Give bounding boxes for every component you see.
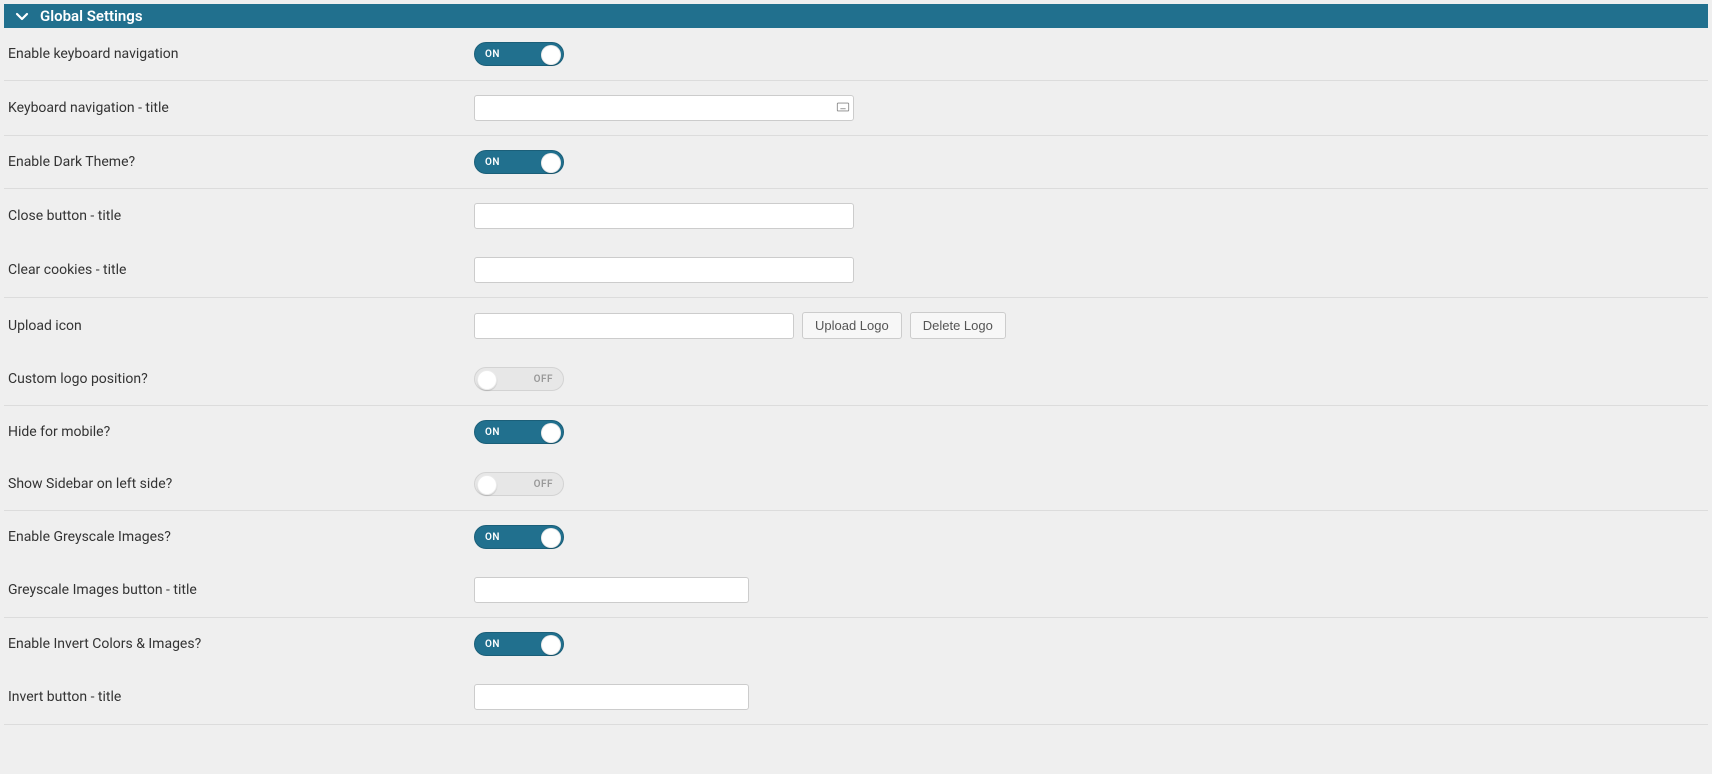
label-hide-for-mobile: Hide for mobile?: [4, 424, 474, 440]
toggle-knob: [541, 528, 561, 548]
toggle-on-text: ON: [485, 427, 500, 438]
toggle-on-text: ON: [485, 639, 500, 650]
label-custom-logo-position: Custom logo position?: [4, 371, 474, 387]
toggle-on-text: ON: [485, 49, 500, 60]
label-show-sidebar-left: Show Sidebar on left side?: [4, 476, 474, 492]
toggle-knob: [541, 635, 561, 655]
toggle-on-text: ON: [485, 532, 500, 543]
label-close-button-title: Close button - title: [4, 208, 474, 224]
toggle-knob: [477, 370, 497, 390]
row-show-sidebar-left: Show Sidebar on left side? ON OFF: [4, 458, 1708, 511]
row-custom-logo-position: Custom logo position? ON OFF: [4, 353, 1708, 406]
toggle-hide-for-mobile[interactable]: ON OFF: [474, 420, 564, 444]
label-enable-keyboard-nav: Enable keyboard navigation: [4, 46, 474, 62]
row-enable-greyscale: Enable Greyscale Images? ON OFF: [4, 511, 1708, 563]
panel-body: Enable keyboard navigation ON OFF Keyboa…: [4, 28, 1708, 725]
toggle-enable-invert[interactable]: ON OFF: [474, 632, 564, 656]
row-close-button-title: Close button - title: [4, 189, 1708, 243]
input-keyboard-nav-title[interactable]: [474, 95, 854, 121]
input-upload-icon-path[interactable]: [474, 313, 794, 339]
row-invert-title: Invert button - title: [4, 670, 1708, 725]
toggle-on-text: ON: [485, 157, 500, 168]
toggle-enable-greyscale[interactable]: ON OFF: [474, 525, 564, 549]
input-close-button-title[interactable]: [474, 203, 854, 229]
upload-logo-button[interactable]: Upload Logo: [802, 312, 902, 339]
global-settings-panel: Global Settings Enable keyboard navigati…: [4, 4, 1708, 725]
label-keyboard-nav-title: Keyboard navigation - title: [4, 100, 474, 116]
row-enable-dark-theme: Enable Dark Theme? ON OFF: [4, 136, 1708, 189]
toggle-knob: [477, 475, 497, 495]
chevron-down-icon: [14, 8, 30, 24]
label-clear-cookies-title: Clear cookies - title: [4, 262, 474, 278]
row-upload-icon: Upload icon Upload Logo Delete Logo: [4, 298, 1708, 353]
row-greyscale-title: Greyscale Images button - title: [4, 563, 1708, 618]
panel-title: Global Settings: [40, 7, 143, 25]
toggle-knob: [541, 153, 561, 173]
delete-logo-button[interactable]: Delete Logo: [910, 312, 1006, 339]
toggle-off-text: OFF: [534, 374, 553, 385]
toggle-off-text: OFF: [534, 479, 553, 490]
toggle-show-sidebar-left[interactable]: ON OFF: [474, 472, 564, 496]
row-enable-invert: Enable Invert Colors & Images? ON OFF: [4, 618, 1708, 670]
label-enable-greyscale: Enable Greyscale Images?: [4, 529, 474, 545]
toggle-knob: [541, 45, 561, 65]
toggle-knob: [541, 423, 561, 443]
row-keyboard-nav-title: Keyboard navigation - title: [4, 81, 1708, 136]
row-enable-keyboard-nav: Enable keyboard navigation ON OFF: [4, 28, 1708, 81]
toggle-enable-dark-theme[interactable]: ON OFF: [474, 150, 564, 174]
label-enable-dark-theme: Enable Dark Theme?: [4, 154, 474, 170]
toggle-enable-keyboard-nav[interactable]: ON OFF: [474, 42, 564, 66]
label-greyscale-title: Greyscale Images button - title: [4, 582, 474, 598]
label-invert-title: Invert button - title: [4, 689, 474, 705]
input-clear-cookies-title[interactable]: [474, 257, 854, 283]
panel-header[interactable]: Global Settings: [4, 4, 1708, 28]
toggle-custom-logo-position[interactable]: ON OFF: [474, 367, 564, 391]
input-invert-title[interactable]: [474, 684, 749, 710]
row-clear-cookies-title: Clear cookies - title: [4, 243, 1708, 298]
label-upload-icon: Upload icon: [4, 318, 474, 334]
input-greyscale-title[interactable]: [474, 577, 749, 603]
row-hide-for-mobile: Hide for mobile? ON OFF: [4, 406, 1708, 458]
label-enable-invert: Enable Invert Colors & Images?: [4, 636, 474, 652]
